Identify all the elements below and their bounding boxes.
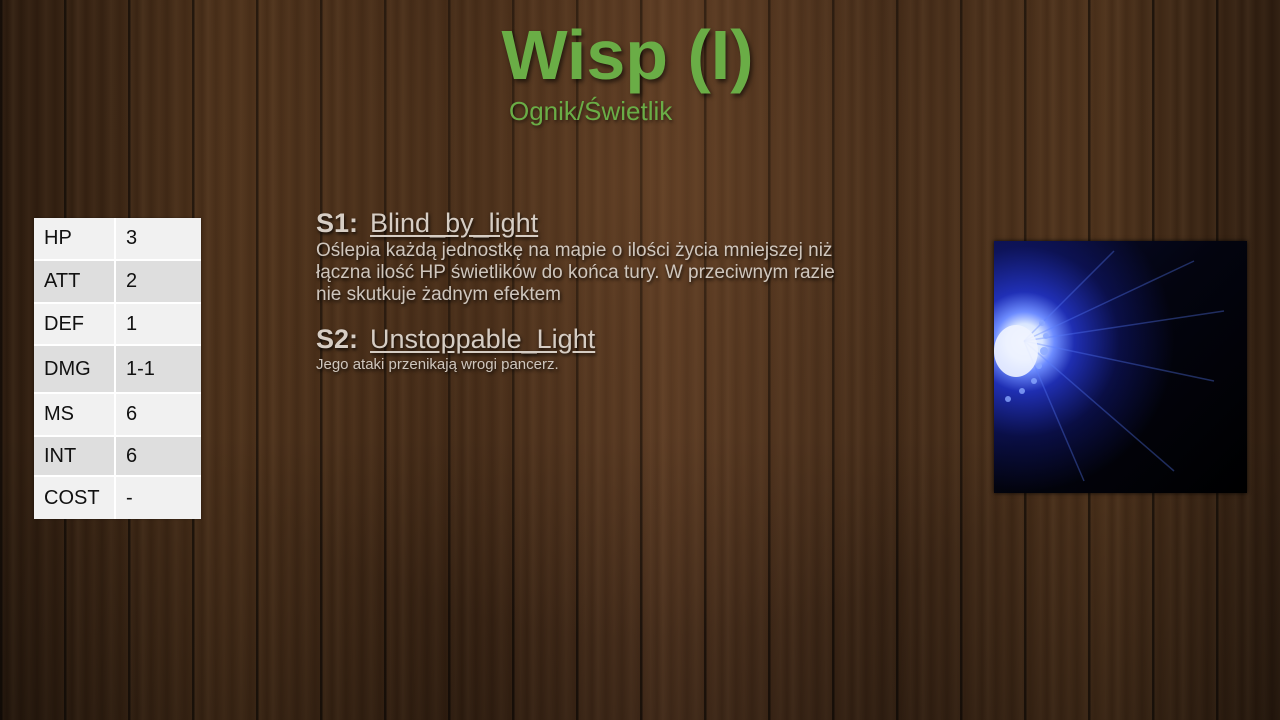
stat-label: HP [34, 218, 116, 259]
skill-2: S2: Unstoppable_Light Jego ataki przenika… [316, 322, 836, 374]
wisp-image [994, 241, 1247, 493]
stat-value: 1-1 [126, 357, 155, 380]
skill-1-heading: S1: Blind_by_light [316, 206, 836, 240]
stat-label: COST [34, 477, 116, 519]
stat-label: MS [34, 394, 116, 435]
skill-1-description: Oślepia każdą jednostkę na mapie o ilośc… [316, 240, 835, 305]
stat-row-ms: MS 6 [34, 394, 201, 437]
skill-1-name: Blind_by_light [370, 208, 539, 238]
skill-1-key: S1: [316, 208, 359, 238]
stat-label: ATT [34, 261, 116, 302]
stat-label: DMG [34, 346, 116, 392]
stats-table: HP 3 ATT 2 DEF 1 DMG 1-1 MS 6 INT 6 COST… [34, 218, 201, 519]
stat-row-cost: COST - [34, 477, 201, 519]
stat-value: - [126, 486, 133, 509]
skill-2-heading: S2: Unstoppable_Light [316, 322, 836, 356]
card-title: Wisp (I) [501, 16, 754, 94]
skill-2-description: Jego ataki przenikają wrogi pancerz. [316, 356, 559, 373]
stat-label: DEF [34, 304, 116, 344]
stat-label: INT [34, 437, 116, 475]
stat-value: 1 [126, 312, 138, 335]
stat-row-dmg: DMG 1-1 [34, 346, 201, 394]
stat-value: 6 [126, 444, 138, 467]
skills-panel: S1: Blind_by_light Oślepia każdą jednostk… [316, 206, 836, 374]
card-subtitle: Ognik/Świetlik [509, 96, 673, 126]
wisp-light-rays [994, 250, 1225, 482]
stat-value: 6 [126, 403, 138, 425]
skill-2-name: Unstoppable_Light [370, 324, 596, 354]
skill-2-key: S2: [316, 324, 359, 354]
skill-1: S1: Blind_by_light Oślepia każdą jednostk… [316, 206, 836, 306]
stat-value: 2 [126, 270, 138, 292]
stat-row-def: DEF 1 [34, 304, 201, 346]
stat-row-hp: HP 3 [34, 218, 201, 261]
stat-row-int: INT 6 [34, 437, 201, 477]
stat-row-att: ATT 2 [34, 261, 201, 304]
stat-value: 3 [126, 227, 138, 249]
